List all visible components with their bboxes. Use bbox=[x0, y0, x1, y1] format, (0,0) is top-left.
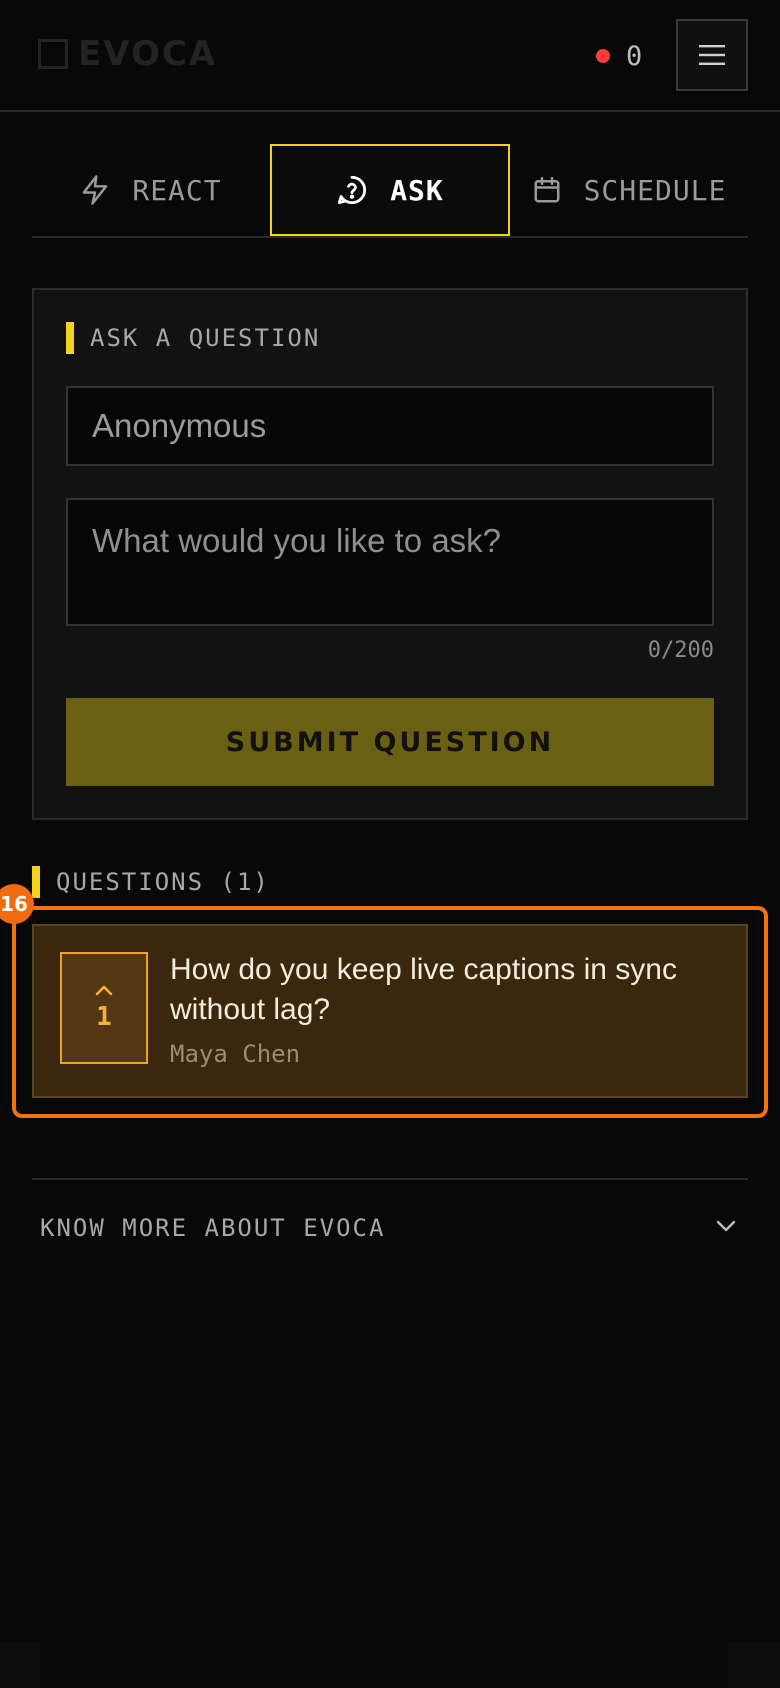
logo-mark-icon bbox=[38, 39, 68, 69]
name-input-placeholder: Anonymous bbox=[92, 407, 267, 444]
tab-schedule[interactable]: SCHEDULE bbox=[510, 144, 748, 236]
tab-ask[interactable]: ASK bbox=[270, 144, 510, 236]
live-dot-icon bbox=[596, 49, 610, 63]
ask-section-title-text: ASK A QUESTION bbox=[90, 324, 321, 352]
question-text: How do you keep live captions in sync wi… bbox=[170, 953, 677, 1026]
menu-button[interactable] bbox=[676, 19, 748, 91]
app-header: EVOCA 0 bbox=[0, 0, 780, 112]
ask-question-card: ASK A QUESTION Anonymous What would you … bbox=[32, 288, 748, 820]
section-accent-bar bbox=[66, 322, 74, 354]
question-circle-icon bbox=[338, 176, 367, 205]
submit-question-label: SUBMIT QUESTION bbox=[225, 726, 555, 758]
question-input-placeholder: What would you like to ask? bbox=[92, 522, 502, 559]
questions-section-title-text: QUESTIONS (1) bbox=[56, 868, 270, 896]
question-author: Maya Chen bbox=[170, 1040, 301, 1068]
element-index-badge: 16 bbox=[0, 884, 34, 924]
tab-react-label: REACT bbox=[132, 173, 222, 207]
logo-text: EVOCA bbox=[78, 34, 218, 74]
lightning-icon bbox=[83, 175, 108, 205]
ask-section-title: ASK A QUESTION bbox=[66, 322, 320, 354]
tab-react[interactable]: REACT bbox=[32, 144, 270, 236]
submit-question-button[interactable]: SUBMIT QUESTION bbox=[66, 698, 714, 786]
tab-schedule-label: SCHEDULE bbox=[583, 173, 727, 207]
live-indicator: 0 bbox=[596, 38, 642, 74]
tab-bar: REACT ASK SCHEDULE bbox=[32, 142, 748, 238]
name-input[interactable]: Anonymous bbox=[66, 386, 714, 466]
know-more-label: KNOW MORE ABOUT EVOCA bbox=[40, 1214, 386, 1242]
question-item[interactable]: 1 How do you keep live captions in sync … bbox=[32, 924, 748, 1098]
chevron-up-icon bbox=[95, 985, 113, 996]
logo[interactable]: EVOCA bbox=[38, 34, 218, 74]
tab-ask-label: ASK bbox=[390, 173, 444, 207]
corner-overlay-right bbox=[728, 1642, 780, 1688]
section-accent-bar bbox=[32, 866, 40, 898]
questions-section-title: QUESTIONS (1) bbox=[32, 866, 270, 898]
chevron-down-icon bbox=[716, 1220, 736, 1232]
live-count: 0 bbox=[626, 40, 643, 72]
know-more-accordion[interactable]: KNOW MORE ABOUT EVOCA bbox=[32, 1178, 748, 1278]
char-counter: 0/200 bbox=[647, 638, 714, 663]
vote-count: 1 bbox=[96, 1002, 112, 1032]
upvote-button[interactable]: 1 bbox=[60, 952, 148, 1064]
corner-overlay-left bbox=[0, 1642, 40, 1688]
hamburger-icon bbox=[699, 45, 725, 65]
calendar-icon bbox=[534, 176, 560, 203]
question-textarea[interactable]: What would you like to ask? bbox=[66, 498, 714, 626]
